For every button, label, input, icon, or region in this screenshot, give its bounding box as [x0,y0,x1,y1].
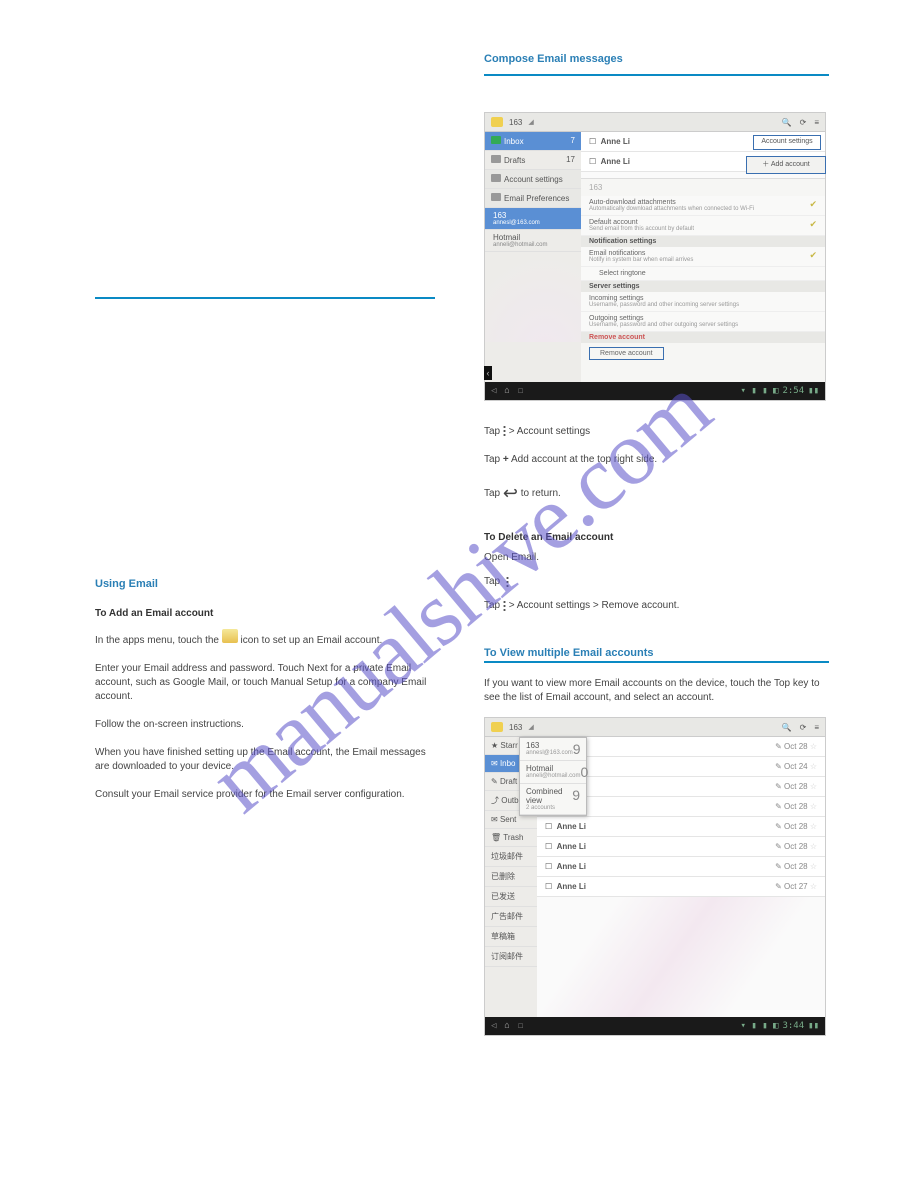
instruction-remove-account: Tap > Account settings > Remove account. [484,599,829,613]
divider [484,661,829,663]
instruction-open-email: Open Email. [484,551,829,565]
remove-account-header: Remove account [581,332,825,343]
sidebar-item[interactable]: 已删除 [485,867,537,887]
instruction-tap-overflow: Tap [484,575,829,589]
heading-view-multiple: To View multiple Email accounts [484,647,829,659]
account-dropdown[interactable]: 163annesl@163.com 9 Hotmailanneli@hotmai… [519,737,587,816]
heading-add-account: To Add an Email account [95,608,435,619]
heading-using-email: Using Email [95,578,435,590]
nav-back-icon[interactable]: ◁ [491,1021,496,1031]
sidebar-email-prefs[interactable]: Email Preferences [485,189,581,208]
sidebar-item-inbox[interactable]: Inbox 7 [485,132,581,151]
sidebar-account-settings[interactable]: Account settings [485,170,581,189]
message-row[interactable]: ☐ Anne Li✎ Oct 28 ☆ [537,857,825,877]
setting-select-ringtone[interactable]: Select ringtone [581,267,825,281]
email-app-icon [222,629,238,643]
refresh-icon[interactable]: ⟳ [800,118,807,127]
back-icon [491,174,501,182]
search-icon[interactable]: 🔍 [782,723,792,732]
divider [95,297,435,299]
heading-compose-email: Compose Email messages [484,53,829,65]
heading-delete-account: To Delete an Email account [484,532,829,543]
search-icon[interactable]: 🔍 [782,118,792,127]
account-settings-button[interactable]: Account settings [753,135,821,150]
overflow-menu-icon [506,576,509,588]
system-navbar: ◁ ⌂ ☐ ▾ ▮ ▮ ◧ 3:44 ▮▮ [485,1017,825,1035]
setting-default-account[interactable]: ✔ Default account Send email from this a… [581,216,825,236]
remove-account-button[interactable]: Remove account [589,347,664,360]
dropdown-caret-icon[interactable]: ◢ [528,118,533,126]
divider [484,74,829,76]
mail-icon [491,722,503,732]
add-account-button[interactable]: ＋ Add account [746,156,826,174]
status-clock: 2:54 [782,386,804,396]
account-item-163[interactable]: 163 annesl@163.com [485,208,581,230]
overflow-menu-icon [503,600,506,612]
setting-outgoing[interactable]: Outgoing settings Username, password and… [581,312,825,332]
account-option-hotmail[interactable]: Hotmailanneli@hotmail.com 0 [520,761,586,784]
account-option-163[interactable]: 163annesl@163.com 9 [520,738,586,761]
status-icons: ▾ ▮ ▮ ◧ [741,1021,779,1031]
overflow-menu-icon [503,425,506,437]
nav-recent-icon[interactable]: ☐ [518,386,523,396]
nav-home-icon[interactable]: ⌂ [504,1021,509,1031]
sidebar-item[interactable]: 🗑 Trash [485,829,537,847]
setting-auto-download[interactable]: ✔ Auto-download attachments Automaticall… [581,196,825,216]
setting-email-notifications[interactable]: ✔ Email notifications Notify in system b… [581,247,825,267]
account-item-hotmail[interactable]: Hotmail anneli@hotmail.com [485,230,581,252]
mail-icon [491,117,503,127]
para-consult-provider: Consult your Email service provider for … [95,788,435,802]
system-navbar: ◁ ⌂ ☐ ▾ ▮ ▮ ◧ 2:54 ▮▮ [485,382,825,400]
panel-title: 163 [581,179,825,196]
account-option-combined[interactable]: Combined view2 accounts 9 [520,784,586,815]
status-signal-icon: ▮▮ [808,1021,819,1031]
message-row[interactable]: ☐ Anne Li✎ Oct 27 ☆ [537,877,825,897]
account-title[interactable]: 163 [509,723,522,732]
para-multi-accounts: If you want to view more Email accounts … [484,677,829,705]
screenshot-account-list: 163 ◢ 🔍 ⟳ ≡ ★ Starr ✉ Inbo ✎ Draft ⤴ Out… [484,717,826,1036]
dropdown-caret-icon[interactable]: ◢ [528,723,533,731]
gear-icon [491,193,501,201]
sidebar-item[interactable]: 垃圾邮件 [485,847,537,867]
sidebar-item[interactable]: 广告邮件 [485,907,537,927]
app-topbar: 163 ◢ 🔍 ⟳ ≡ [485,113,825,132]
nav-recent-icon[interactable]: ☐ [518,1021,523,1031]
menu-icon[interactable]: ≡ [814,118,819,127]
instruction-add-account: Tap + Add account at the top right side. [484,453,829,467]
sidebar-item[interactable]: 已发送 [485,887,537,907]
status-signal-icon: ▮▮ [808,386,819,396]
plus-icon: ＋ [762,161,769,168]
setting-incoming[interactable]: Incoming settings Username, password and… [581,292,825,312]
status-clock: 3:44 [782,1021,804,1031]
back-arrow-icon: ↩ [503,483,518,503]
sidebar-item[interactable]: 订阅邮件 [485,947,537,967]
screenshot-email-settings: 163 ◢ 🔍 ⟳ ≡ Inbox 7 Drafts 17 [484,112,826,401]
instruction-tap-menu: Tap > Account settings [484,425,829,439]
menu-icon[interactable]: ≡ [814,723,819,732]
para-enter-credentials: Enter your Email address and password. T… [95,662,435,704]
para-follow-instructions: Follow the on-screen instructions. [95,718,435,732]
sidebar-item[interactable]: 草稿箱 [485,927,537,947]
message-row[interactable]: ☐ Anne Li✎ Oct 28 ☆ [537,817,825,837]
account-title[interactable]: 163 [509,118,522,127]
nav-back-icon[interactable]: ◁ [491,386,496,396]
para-open-app: In the apps menu, touch the icon to set … [95,629,435,648]
refresh-icon[interactable]: ⟳ [800,723,807,732]
para-download-messages: When you have finished setting up the Em… [95,746,435,774]
instruction-return: Tap ↩ to return. [484,481,829,506]
status-icons: ▾ ▮ ▮ ◧ [741,386,779,396]
notification-settings-header: Notification settings [581,236,825,247]
expand-chevron-icon[interactable]: ‹ [484,366,492,380]
nav-home-icon[interactable]: ⌂ [504,386,509,396]
sidebar-item-drafts[interactable]: Drafts 17 [485,151,581,170]
server-settings-header: Server settings [581,281,825,292]
app-topbar: 163 ◢ 🔍 ⟳ ≡ [485,718,825,737]
message-row[interactable]: ☐ Anne Li✎ Oct 28 ☆ [537,837,825,857]
